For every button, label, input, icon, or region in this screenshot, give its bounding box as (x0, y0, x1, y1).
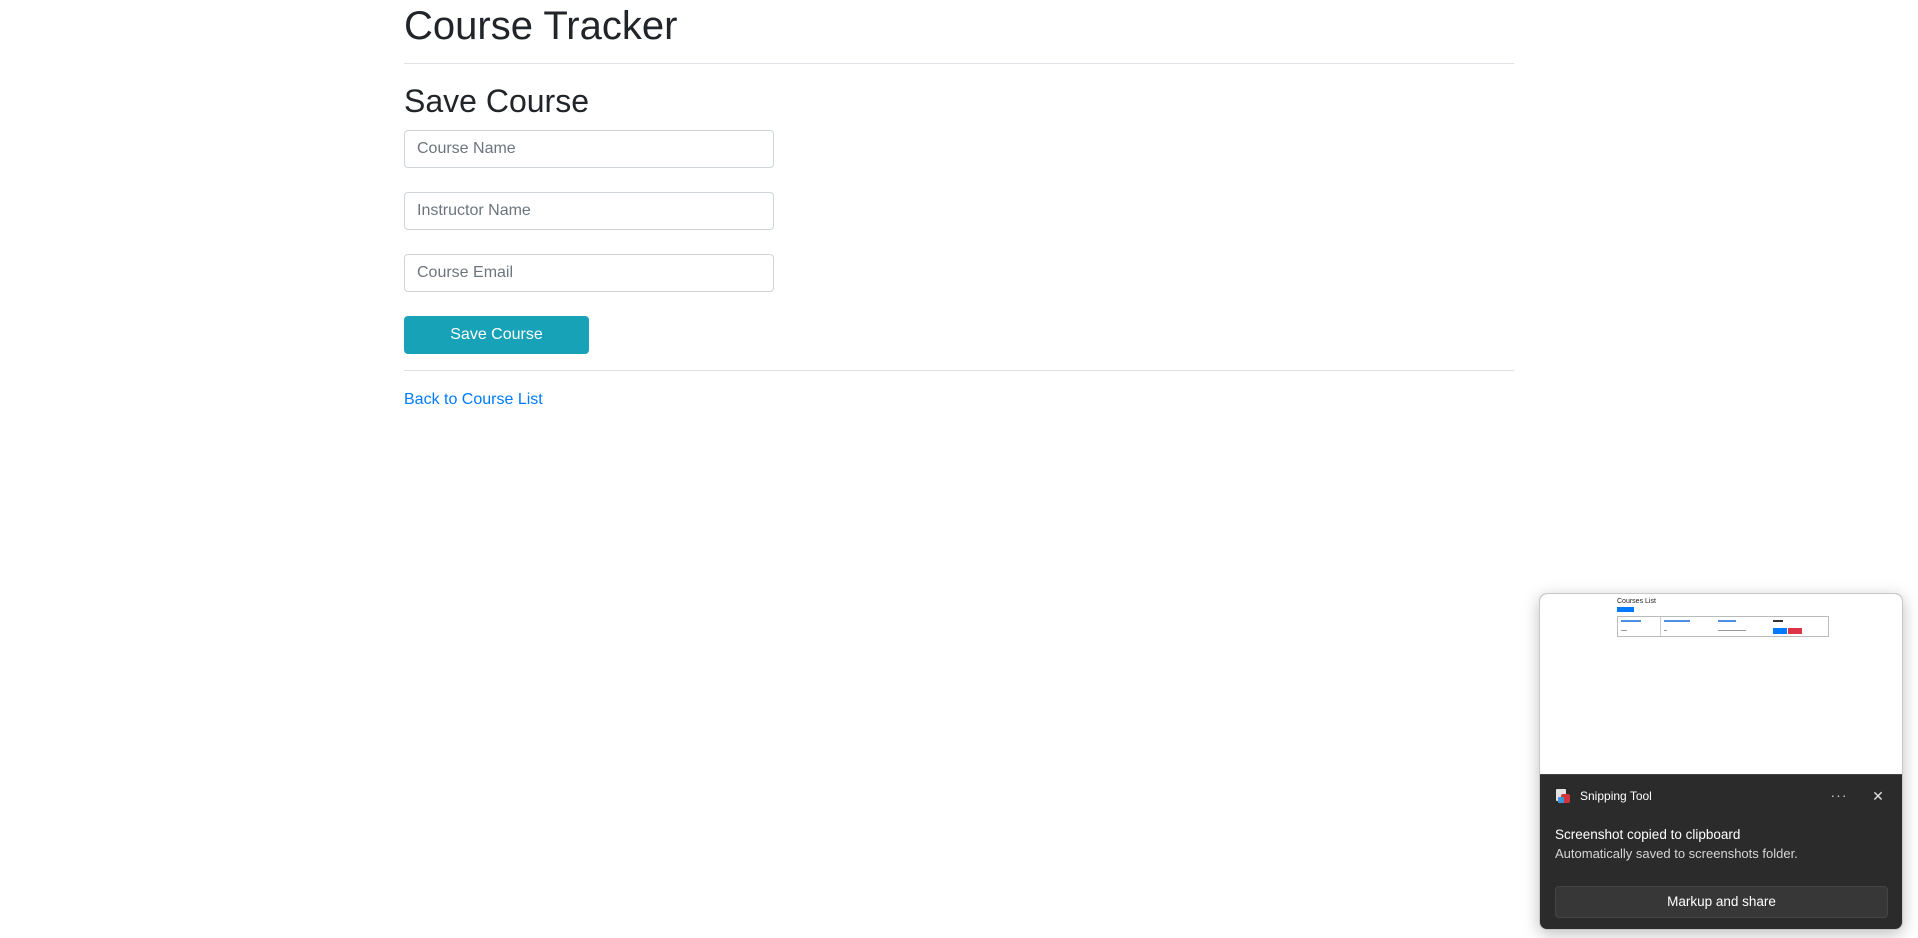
snipping-tool-icon (1555, 788, 1571, 804)
snipping-tool-notification[interactable]: Courses List Snipping Tool ··· ✕ Screens… (1539, 593, 1903, 930)
thumbnail-header (1621, 620, 1641, 622)
divider (404, 63, 1514, 64)
save-course-form: Save Course (404, 130, 1514, 354)
instructor-name-input[interactable] (404, 192, 774, 230)
notification-message: Automatically saved to screenshots folde… (1555, 846, 1798, 861)
notification-title: Screenshot copied to clipboard (1555, 827, 1741, 842)
thumbnail-cell (1664, 630, 1667, 631)
course-name-input[interactable] (404, 130, 774, 168)
thumbnail-table (1617, 616, 1829, 637)
more-options-icon[interactable]: ··· (1827, 784, 1851, 808)
save-course-button[interactable]: Save Course (404, 316, 589, 354)
back-to-course-list-link[interactable]: Back to Course List (404, 391, 543, 409)
thumbnail-title: Courses List (1617, 598, 1656, 605)
thumbnail-column-divider (1660, 617, 1661, 636)
close-icon[interactable]: ✕ (1866, 784, 1890, 808)
thumbnail-header (1664, 620, 1690, 622)
thumbnail-cell (1621, 630, 1627, 631)
notification-header: Snipping Tool (1555, 788, 1652, 804)
section-title: Save Course (404, 83, 589, 119)
screenshot-thumbnail[interactable]: Courses List (1540, 594, 1902, 775)
main-container: Course Tracker Save Course Save Course B… (404, 0, 1514, 409)
thumbnail-edit-button (1773, 628, 1787, 634)
markup-and-share-button[interactable]: Markup and share (1555, 886, 1888, 918)
thumbnail-delete-button (1788, 628, 1802, 634)
page-title: Course Tracker (404, 4, 678, 48)
thumbnail-cell (1718, 630, 1746, 631)
thumbnail-header (1773, 620, 1783, 622)
app-name: Snipping Tool (1580, 789, 1652, 803)
thumbnail-button (1617, 607, 1634, 612)
course-email-input[interactable] (404, 254, 774, 292)
divider (404, 370, 1514, 371)
thumbnail-header (1718, 620, 1736, 622)
